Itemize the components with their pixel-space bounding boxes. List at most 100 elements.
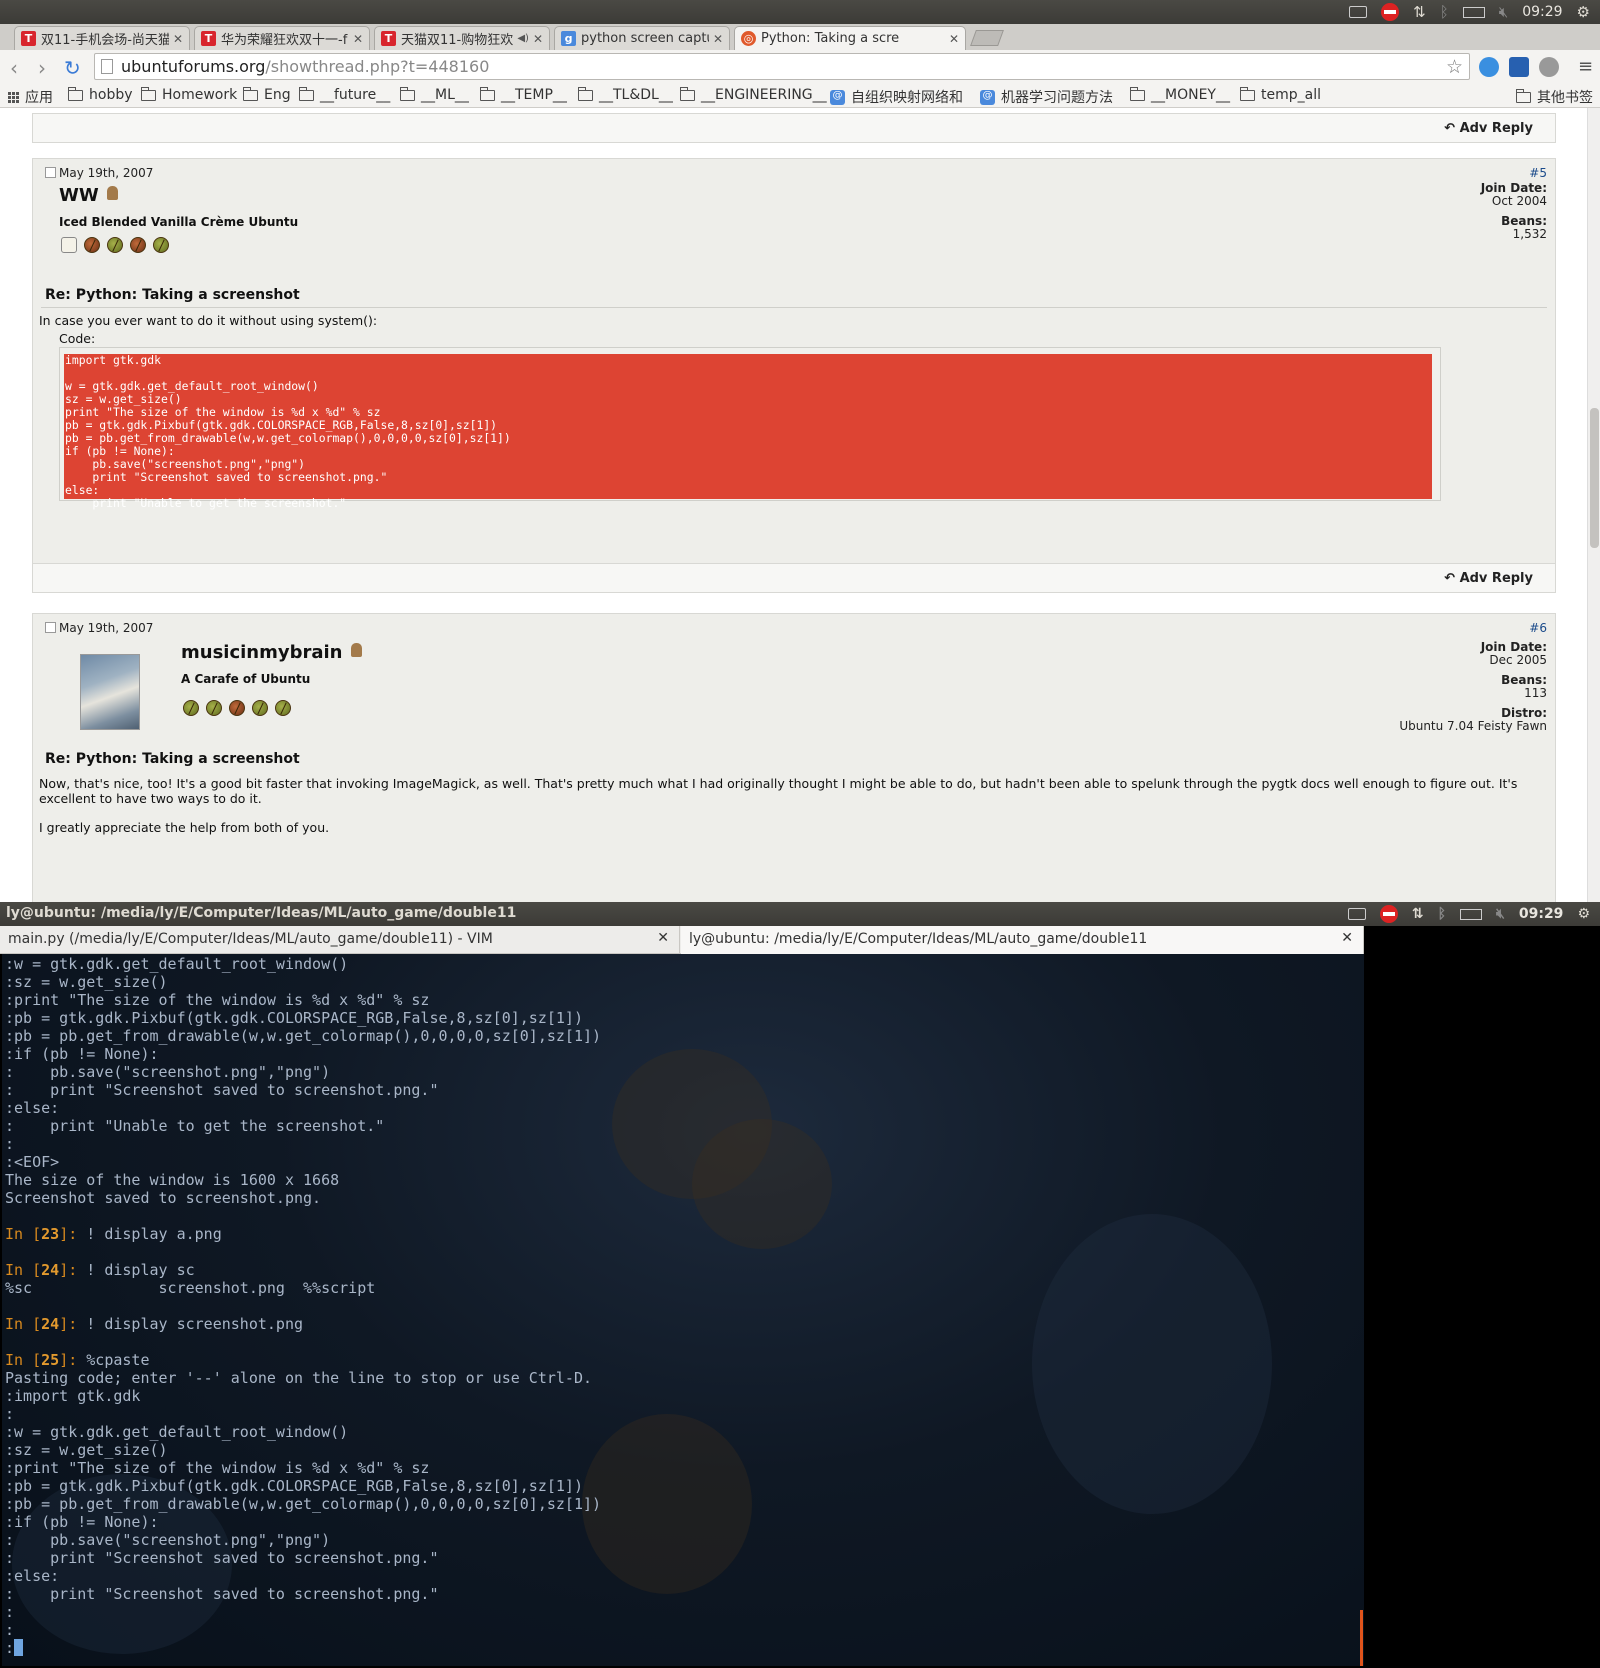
wallpaper-shape [692,1119,832,1249]
browser-tab[interactable]: g python screen captur ✕ [554,26,730,50]
select-post-checkbox[interactable] [45,622,56,633]
bean-icon [275,700,291,716]
other-bookmarks[interactable]: 其他书签 [1516,87,1593,107]
post-number-link[interactable]: #6 [1529,621,1547,635]
post-body-text: I greatly appreciate the help from both … [39,820,330,835]
folder-icon [480,86,495,101]
tmall-favicon-icon: T [201,31,216,46]
bean-icon [206,700,222,716]
ubuntu-favicon-icon: ◎ [741,31,756,46]
folder-icon [68,86,83,101]
close-tab-icon[interactable]: ✕ [353,32,363,46]
extension-globe-icon[interactable] [1539,57,1559,77]
bookmark-folder[interactable]: __MONEY__ [1130,86,1230,103]
post-date-text: May 19th, 2007 [59,621,154,635]
bookmark-link[interactable]: @ 自组织映射网络和 [830,87,970,107]
bookmark-folder[interactable]: hobby [68,86,133,103]
settings-gear-icon[interactable]: ⚙ [1577,906,1590,922]
clock[interactable]: 09:29 [1519,906,1564,922]
address-bar[interactable]: ubuntuforums.org/showthread.php?t=448160… [94,53,1470,80]
bookmark-label: __future__ [320,87,391,103]
bookmark-link[interactable]: @ 机器学习问题方法 [980,87,1120,107]
bluetooth-icon[interactable]: ᛒ [1440,3,1449,21]
bookmark-star-icon[interactable]: ☆ [1446,56,1463,78]
extension-v-icon[interactable] [1479,57,1499,77]
terminal-line: :sz = w.get_size() [5,973,168,991]
bookmark-folder[interactable]: temp_all [1240,86,1321,103]
reload-icon[interactable]: ↻ [64,56,81,80]
battery-icon[interactable] [1460,908,1483,920]
settings-gear-icon[interactable]: ⚙ [1577,3,1590,21]
google-favicon-icon: g [561,31,576,46]
username-link[interactable]: WW [59,185,118,206]
page-scrollbar[interactable] [1587,108,1600,902]
back-arrow-icon[interactable]: ‹ [10,56,18,80]
battery-icon[interactable] [1462,6,1485,18]
extension-badge-icon[interactable] [1509,57,1529,77]
bookmark-label: 机器学习问题方法 [1001,90,1113,106]
forward-arrow-icon[interactable]: › [38,56,46,80]
close-tab-icon[interactable]: ✕ [173,32,183,46]
volume-muted-icon[interactable]: 🔇︎ [1499,3,1508,21]
close-tab-icon[interactable]: ✕ [949,32,959,46]
close-tab-icon[interactable]: ✕ [533,32,543,46]
terminal-screen[interactable]: :w = gtk.gdk.get_default_root_window():s… [2,954,1364,1666]
bookmark-apps[interactable]: 应用 [8,87,53,107]
terminal-scrollbar[interactable] [1360,1610,1363,1666]
network-icon[interactable]: ⇅ [1413,3,1426,21]
bookmark-folder[interactable]: Eng [243,86,291,103]
scrollbar-thumb[interactable] [1590,408,1599,548]
avatar[interactable] [80,654,140,730]
bookmark-folder[interactable]: __future__ [299,86,391,103]
close-tab-icon[interactable]: ✕ [657,930,669,946]
distro-value: Ubuntu 7.04 Feisty Fawn [1399,719,1547,733]
menu-icon[interactable]: ≡ [1578,56,1593,77]
user-status-icon [106,186,118,200]
no-entry-icon[interactable] [1379,905,1398,923]
bean-icon [229,700,245,716]
bean-icon [153,237,169,253]
close-tab-icon[interactable]: ✕ [1341,930,1353,946]
bookmark-folder[interactable]: Homework [141,86,237,103]
terminal-line: :else: [5,1567,60,1585]
terminal-line: :w = gtk.gdk.get_default_root_window() [5,955,349,973]
clock[interactable]: 09:29 [1522,4,1562,20]
bookmark-folder[interactable]: __ENGINEERING__ [680,86,827,103]
post-footer: ↶ Adv Reply [32,563,1556,593]
post-date: May 19th, 2007 [45,166,153,180]
bookmark-folder[interactable]: __TEMP__ [480,86,567,103]
bookmark-folder[interactable]: __TL&DL__ [578,86,673,103]
select-post-checkbox[interactable] [45,167,56,178]
code-content[interactable]: import gtk.gdk w = gtk.gdk.get_default_r… [65,354,511,510]
browser-tab[interactable]: T 华为荣耀狂欢双十一-f ✕ [194,26,370,50]
code-box[interactable]: import gtk.gdk w = gtk.gdk.get_default_r… [59,347,1441,510]
browser-tab[interactable]: T 天猫双11-购物狂欢 ◀) ✕ [374,26,550,50]
adv-reply-button[interactable]: ↶ Adv Reply [1444,121,1533,136]
username-link[interactable]: musicinmybrain [181,642,362,663]
keyboard-icon[interactable] [1347,908,1366,920]
ipython-prompt: In [24]: [5,1315,78,1333]
bookmark-folder[interactable]: __ML__ [400,86,469,103]
folder-icon [1240,86,1255,101]
no-entry-icon[interactable] [1381,3,1400,21]
terminal-line: In [24]: ! display sc [5,1261,195,1279]
keyboard-icon[interactable] [1349,6,1368,18]
bluetooth-icon[interactable]: ᛒ [1438,906,1446,922]
terminal-tab[interactable]: main.py (/media/ly/E/Computer/Ideas/ML/a… [0,926,680,954]
terminal-window-title: ly@ubuntu: /media/ly/E/Computer/Ideas/ML… [6,905,517,921]
browser-tab-active[interactable]: ◎ Python: Taking a scre ✕ [734,26,966,50]
browser-tab[interactable]: T 双11-手机会场-尚天猫 ✕ [14,26,190,50]
adv-reply-button[interactable]: ↶ Adv Reply [1444,571,1533,586]
wallpaper-shape [582,1414,752,1594]
terminal-tab-active[interactable]: ly@ubuntu: /media/ly/E/Computer/Ideas/ML… [681,926,1364,954]
terminal-line: In [23]: ! display a.png [5,1225,222,1243]
ipython-prompt: In [25]: [5,1351,78,1369]
new-tab-button[interactable] [970,30,1004,46]
network-icon[interactable]: ⇅ [1412,906,1424,922]
close-tab-icon[interactable]: ✕ [713,32,723,46]
terminal-line: The size of the window is 1600 x 1668 [5,1171,340,1189]
volume-muted-icon[interactable]: 🔇︎ [1496,906,1505,922]
terminal-line: : print "Screenshot saved to screenshot.… [5,1585,439,1603]
